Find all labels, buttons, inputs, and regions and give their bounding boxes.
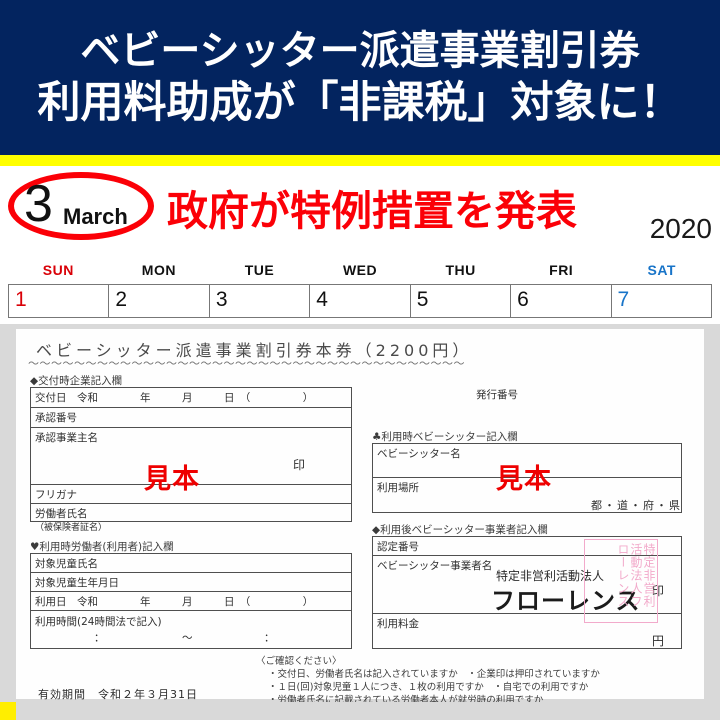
coupon-scan-frame: ベビーシッター派遣事業割引券本券（2200円） 〜〜〜〜〜〜〜〜〜〜〜〜〜〜〜〜… xyxy=(0,324,720,706)
calendar-day-row: 1 2 3 4 5 6 7 xyxy=(8,284,712,318)
weekday-sun: SUN xyxy=(42,262,74,278)
field-time-separator: ～ xyxy=(182,632,193,644)
section-label-worker: ♥利用時労働者(利用者)記入欄 xyxy=(30,541,174,553)
month-number: 3 xyxy=(24,175,53,233)
banner-title-line-1: ベビーシッター派遣事業割引券 xyxy=(80,27,640,74)
company-approval-number-row xyxy=(31,408,351,428)
field-approval-number: 承認番号 xyxy=(35,412,77,424)
field-prefecture-options: 都・道・府・県 xyxy=(591,499,682,512)
footer-strip xyxy=(0,702,720,720)
banner-accent-bar xyxy=(0,155,720,166)
field-use-time: 利用時間(24時間法で記入) xyxy=(35,616,162,628)
weekday-fri: FRI xyxy=(549,262,574,278)
field-furigana: フリガナ xyxy=(35,489,77,501)
field-use-place: 利用場所 xyxy=(377,482,419,494)
field-child-birthdate: 対象児童生年月日 xyxy=(35,577,119,589)
field-fee: 利用料金 xyxy=(377,618,419,630)
date-badge: 3 March xyxy=(8,172,158,244)
organization-stamp: 特定非営利活動法人フローレンス xyxy=(584,539,658,623)
field-time-from: ： xyxy=(94,632,105,644)
section-label-company: ◆交付時企業記入欄 xyxy=(30,375,123,387)
company-seal-mark: 印 xyxy=(293,458,306,472)
section-label-provider: ◆利用後ベビーシッター事業者記入欄 xyxy=(372,524,548,536)
poster-root: ベビーシッター派遣事業割引券 利用料助成が「非課税」対象に！ 3 March 政… xyxy=(0,0,720,720)
watermark-sample-left: 見本 xyxy=(144,464,200,495)
day-cell-1: 1 xyxy=(9,285,110,317)
banner-title-line-2: 利用料助成が「非課税」対象に！ xyxy=(37,77,683,128)
field-use-date: 利用日 令和 年 月 日 （ ） xyxy=(35,596,314,608)
confirm-line-1: ・交付日、労働者氏名は記入されていますか ・企業印は押印されていますか xyxy=(268,669,600,680)
weekday-thu: THU xyxy=(445,262,476,278)
footer-yellow-marker xyxy=(0,702,16,720)
field-time-to: ： xyxy=(264,632,275,644)
validity-period: 有効期間 令和２年３月31日 xyxy=(38,688,198,701)
day-cell-2: 2 xyxy=(109,285,210,317)
company-fieldset xyxy=(30,387,352,522)
confirm-title: 〈ご確認ください〉 xyxy=(256,656,342,667)
field-sitter-name: ベビーシッター名 xyxy=(377,448,461,460)
day-cell-3: 3 xyxy=(210,285,311,317)
month-name: March xyxy=(63,204,128,229)
coupon-paper: ベビーシッター派遣事業割引券本券（2200円） 〜〜〜〜〜〜〜〜〜〜〜〜〜〜〜〜… xyxy=(16,329,704,706)
day-cell-6: 6 xyxy=(511,285,612,317)
calendar-year: 2020 xyxy=(649,213,712,244)
section-label-sitter: ♣利用時ベビーシッター記入欄 xyxy=(372,431,518,443)
calendar-strip: 3 March 政府が特例措置を発表 2020 SUN MON TUE WED … xyxy=(0,166,720,324)
calendar-headline: 政府が特例措置を発表 xyxy=(167,187,577,235)
decorative-wave-border: 〜〜〜〜〜〜〜〜〜〜〜〜〜〜〜〜〜〜〜〜〜〜〜〜〜〜〜〜〜〜〜〜〜〜〜〜〜〜 xyxy=(28,360,465,368)
watermark-sample-right: 見本 xyxy=(496,464,552,495)
field-issue-number: 発行番号 xyxy=(476,389,518,401)
day-cell-4: 4 xyxy=(310,285,411,317)
header-banner: ベビーシッター派遣事業割引券 利用料助成が「非課税」対象に！ xyxy=(0,0,720,155)
weekday-header-row: SUN MON TUE WED THU FRI SAT xyxy=(8,262,712,278)
field-worker-name: 労働者氏名 xyxy=(35,508,88,520)
field-issue-date: 交付日 令和 年 月 日 （ ） xyxy=(35,392,314,404)
confirm-line-2: ・１日(回)対象児童１人につき、１枚の利用ですか ・自宅での利用ですか xyxy=(268,682,589,693)
day-cell-7: 7 xyxy=(617,288,630,311)
weekday-wed: WED xyxy=(342,262,378,278)
field-worker-name-sub: （被保険者証名） xyxy=(35,523,108,533)
field-child-name: 対象児童氏名 xyxy=(35,558,98,570)
weekday-tue: TUE xyxy=(244,262,275,278)
weekday-sat: SAT xyxy=(647,262,676,278)
field-employer-name: 承認事業主名 xyxy=(35,432,98,444)
field-provider-name: ベビーシッター事業者名 xyxy=(377,560,493,572)
field-fee-unit: 円 xyxy=(652,634,665,648)
field-cert-number: 認定番号 xyxy=(377,541,419,553)
weekday-mon: MON xyxy=(141,262,176,278)
day-cell-5: 5 xyxy=(411,285,512,317)
